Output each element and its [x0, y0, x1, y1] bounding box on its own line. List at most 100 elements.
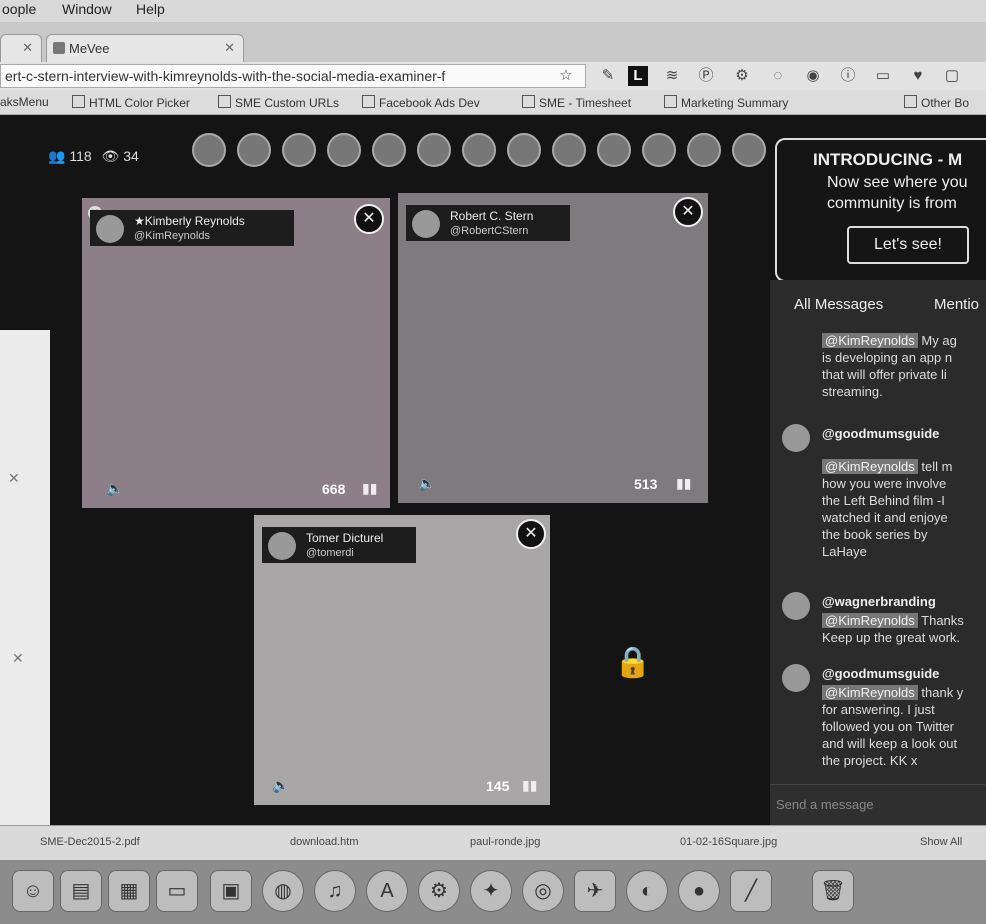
participant-handle: @tomerdi — [306, 547, 354, 559]
extension-ring-icon[interactable]: ◉ — [803, 66, 823, 86]
user-avatar[interactable] — [782, 592, 810, 620]
video-tile-kimreynolds[interactable]: H ★Kimberly Reynolds @KimReynolds ✕ 🔈 66… — [82, 198, 390, 508]
finder-icon[interactable]: ☺ — [12, 870, 54, 912]
mention-tag[interactable]: @KimReynolds — [822, 685, 918, 700]
audience-avatar[interactable] — [642, 133, 676, 167]
audience-avatar[interactable] — [417, 133, 451, 167]
app-store-icon[interactable]: A — [366, 870, 408, 912]
close-icon[interactable]: ✕ — [12, 650, 24, 667]
itunes-icon[interactable]: ♫ — [314, 870, 356, 912]
speaker-icon[interactable]: 🔈 — [418, 475, 435, 492]
bookmark-item[interactable]: HTML Color Picker — [72, 95, 190, 110]
close-tab-icon[interactable]: ✕ — [22, 40, 33, 56]
tab-mentions[interactable]: Mentio — [934, 296, 979, 313]
lock-icon[interactable]: 🔒 — [614, 645, 651, 680]
browser-tab-mevee[interactable]: MeVee ✕ — [46, 34, 244, 63]
dock-app-icon[interactable]: ╱ — [730, 870, 772, 912]
audience-avatar[interactable] — [507, 133, 541, 167]
audience-avatar[interactable] — [237, 133, 271, 167]
address-bar[interactable]: ert-c-stern-interview-with-kimreynolds-w… — [0, 64, 586, 88]
download-item[interactable]: download.htm — [290, 836, 359, 848]
dock-app-icon[interactable]: ✈ — [574, 870, 616, 912]
message-body: @KimReynolds My ag is developing an app … — [822, 333, 957, 399]
dock-app-icon[interactable]: ● — [678, 870, 720, 912]
tab-all-messages[interactable]: All Messages — [794, 296, 883, 313]
mic-icon[interactable]: ▮▮ — [522, 777, 537, 794]
audience-avatar[interactable] — [372, 133, 406, 167]
dock-app-icon[interactable]: ▤ — [60, 870, 102, 912]
browser-tab-strip: ✕ MeVee ✕ — [0, 22, 986, 63]
eyedropper-icon[interactable]: ✎ — [598, 66, 618, 86]
trash-icon[interactable]: 🗑 — [812, 870, 854, 912]
close-icon[interactable]: ✕ — [8, 470, 20, 487]
bookmark-item[interactable]: SME - Timesheet — [522, 95, 631, 110]
dock-app-icon[interactable]: ◍ — [262, 870, 304, 912]
message-username[interactable]: @goodmumsguide — [822, 666, 939, 681]
mention-tag[interactable]: @KimReynolds — [822, 333, 918, 348]
mac-menu-bar: oople Window Help — [0, 0, 986, 22]
firefox-icon[interactable]: ◐ — [626, 870, 668, 912]
mic-icon[interactable]: ▮▮ — [676, 475, 691, 492]
send-message-input[interactable]: Send a message — [770, 784, 986, 825]
close-tile-button[interactable]: ✕ — [673, 197, 703, 227]
bookmark-star-icon[interactable]: ☆ — [556, 66, 576, 86]
speaker-icon[interactable]: 🔈 — [272, 777, 289, 794]
download-item[interactable]: SME-Dec2015-2.pdf — [40, 836, 140, 848]
photo-icon[interactable]: ▣ — [210, 870, 252, 912]
bookmark-folder[interactable]: Facebook Ads Dev — [362, 95, 480, 110]
safari-icon[interactable]: ✦ — [470, 870, 512, 912]
bookmark-item[interactable]: Marketing Summary — [664, 95, 788, 110]
mention-tag[interactable]: @KimReynolds — [822, 613, 918, 628]
menu-google[interactable]: oople — [2, 1, 36, 17]
participant-avatar — [96, 215, 124, 243]
lets-see-button[interactable]: Let's see! — [847, 226, 969, 264]
notes-icon[interactable]: ▭ — [156, 870, 198, 912]
close-tile-button[interactable]: ✕ — [354, 204, 384, 234]
download-item[interactable]: 01-02-16Square.jpg — [680, 836, 777, 848]
bookmark-item[interactable]: aksMenu — [0, 95, 49, 109]
user-avatar[interactable] — [782, 424, 810, 452]
dock-app-icon[interactable]: ▦ — [108, 870, 150, 912]
audience-avatar[interactable] — [687, 133, 721, 167]
user-avatar[interactable] — [782, 664, 810, 692]
page-icon — [218, 95, 231, 108]
info-icon[interactable]: ⓘ — [838, 66, 858, 86]
video-tile-robertcstern[interactable]: Robert C. Stern @RobertCStern ✕ 🔈 513 ▮▮ — [398, 193, 708, 503]
folder-icon — [904, 95, 917, 108]
audience-avatar[interactable] — [552, 133, 586, 167]
download-item[interactable]: paul-ronde.jpg — [470, 836, 540, 848]
menu-help[interactable]: Help — [136, 1, 165, 17]
audience-avatar[interactable] — [192, 133, 226, 167]
message-username[interactable]: @wagnerbranding — [822, 594, 936, 609]
menu-window[interactable]: Window — [62, 1, 112, 17]
system-preferences-icon[interactable]: ⚙ — [418, 870, 460, 912]
pinterest-icon[interactable]: Ⓟ — [696, 66, 716, 86]
audience-avatar[interactable] — [597, 133, 631, 167]
audience-avatar[interactable] — [462, 133, 496, 167]
extension-circle-icon[interactable]: ◌ — [768, 66, 788, 86]
extension-l-icon[interactable]: L — [628, 66, 648, 86]
chat-panel: All Messages Mentio @KimReynolds My ag i… — [770, 280, 986, 825]
people-icon: 👥 — [48, 148, 66, 164]
show-all-downloads-button[interactable]: Show All — [920, 836, 962, 848]
mention-tag[interactable]: @KimReynolds — [822, 459, 918, 474]
mic-icon[interactable]: ▮▮ — [362, 480, 377, 497]
extension-square-icon[interactable]: ▢ — [942, 66, 962, 86]
bookmark-folder[interactable]: Other Bo — [904, 95, 969, 110]
audience-avatar[interactable] — [732, 133, 766, 167]
bookmark-item[interactable]: SME Custom URLs — [218, 95, 339, 110]
message-username[interactable]: @goodmumsguide — [822, 426, 939, 441]
heart-icon[interactable]: ♥ — [908, 66, 928, 86]
gear-icon[interactable]: ⚙ — [732, 66, 752, 86]
audience-avatar[interactable] — [327, 133, 361, 167]
video-tile-tomerdicturel[interactable]: Tomer Dicturel @tomerdi ✕ 🔈 145 ▮▮ — [254, 515, 550, 805]
audience-stats: 👥 118 👁 34 — [48, 148, 139, 165]
browser-tab-first[interactable]: ✕ — [0, 34, 42, 63]
close-tab-icon[interactable]: ✕ — [224, 40, 235, 56]
close-tile-button[interactable]: ✕ — [516, 519, 546, 549]
speaker-icon[interactable]: 🔈 — [106, 480, 123, 497]
screen-icon[interactable]: ▭ — [873, 66, 893, 86]
chrome-icon[interactable]: ◎ — [522, 870, 564, 912]
layers-icon[interactable]: ≋ — [662, 66, 682, 86]
audience-avatar[interactable] — [282, 133, 316, 167]
